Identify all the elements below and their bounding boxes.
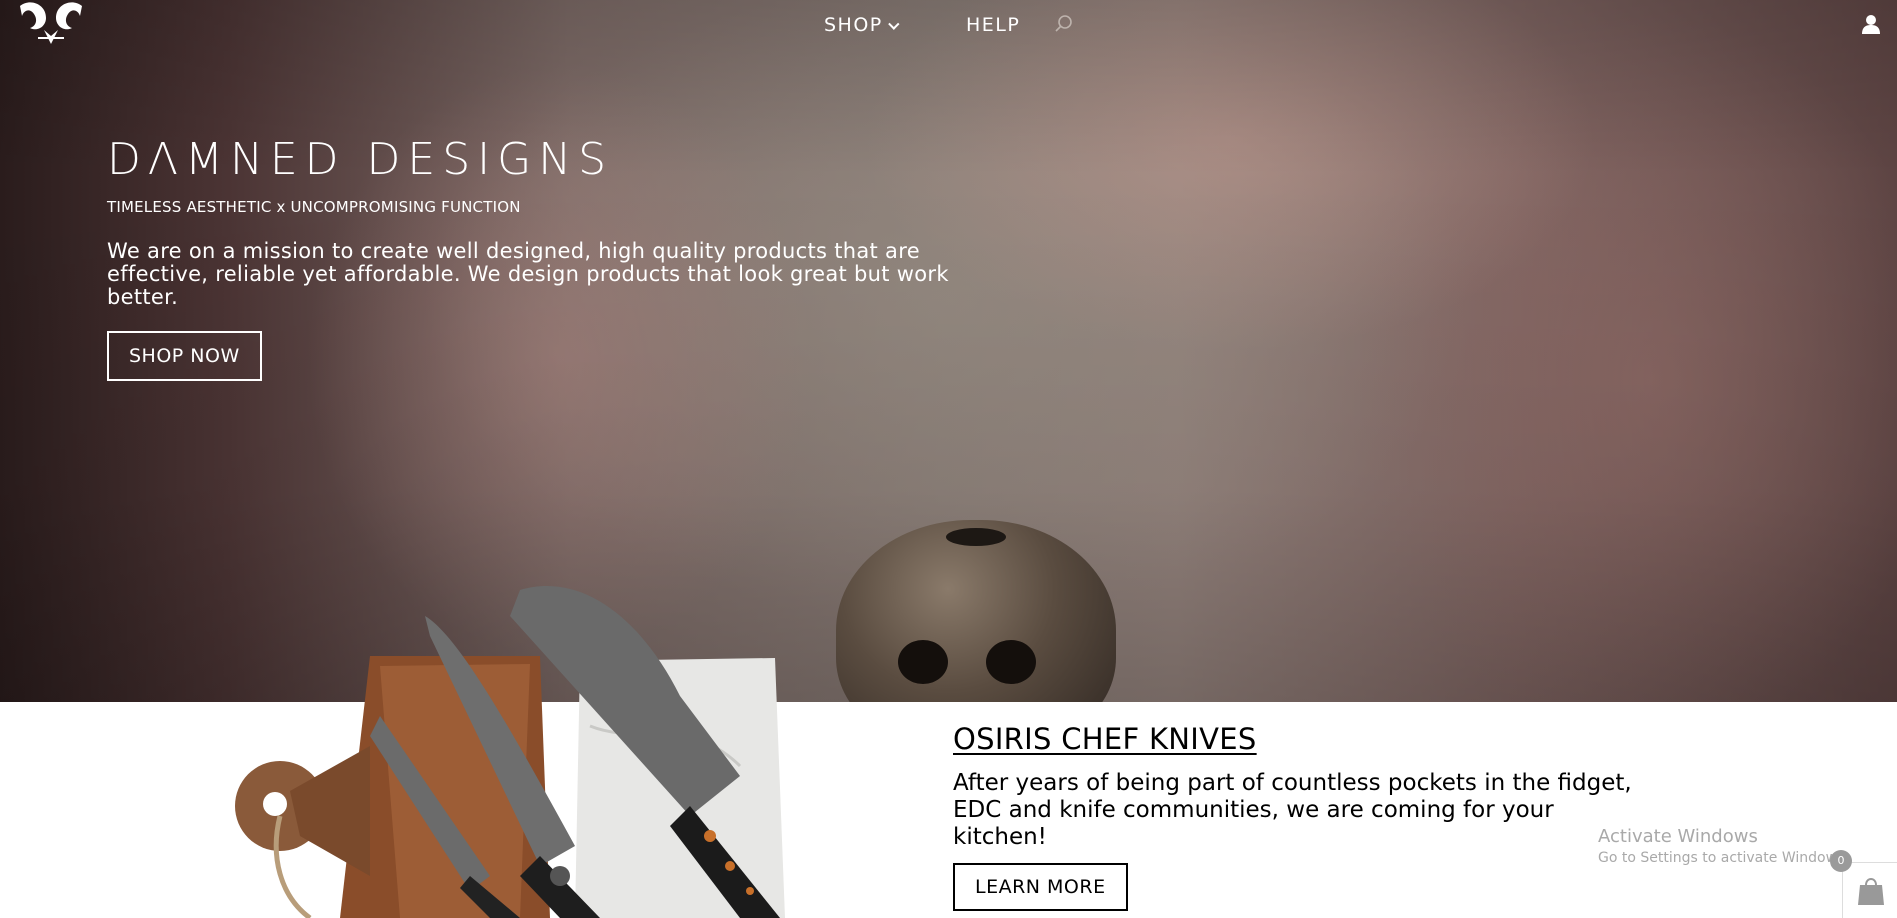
- nav-shop-label: SHOP: [824, 14, 883, 36]
- learn-more-button[interactable]: LEARN MORE: [953, 863, 1128, 911]
- mission-statement: We are on a mission to create well desig…: [107, 239, 949, 309]
- brand-title: DΛMNED DESIGNS: [107, 134, 614, 185]
- promo-section: OSIRIS CHEF KNIVES After years of being …: [953, 722, 1633, 911]
- nav-help[interactable]: HELP: [966, 14, 1020, 36]
- watermark-line2: Go to Settings to activate Windows.: [1598, 850, 1849, 866]
- chef-knives-image: [220, 576, 920, 918]
- promo-title-link[interactable]: OSIRIS CHEF KNIVES: [953, 722, 1633, 756]
- search-icon[interactable]: [1054, 14, 1074, 34]
- nav-shop[interactable]: SHOP: [824, 14, 900, 36]
- promo-description: After years of being part of countless p…: [953, 770, 1632, 850]
- top-nav: SHOP HELP: [0, 0, 1897, 48]
- shopping-bag-icon: [1858, 878, 1884, 905]
- hero-content: DΛMNED DESIGNS TIMELESS AESTHETIC x UNCO…: [107, 136, 987, 381]
- cart-button[interactable]: [1842, 862, 1897, 918]
- cart-count-badge: 0: [1830, 850, 1852, 872]
- shop-now-button[interactable]: SHOP NOW: [107, 331, 262, 381]
- ram-horns-logo-icon[interactable]: [16, 0, 86, 48]
- user-icon[interactable]: [1862, 14, 1880, 34]
- brand-tagline: TIMELESS AESTHETIC x UNCOMPROMISING FUNC…: [107, 198, 521, 216]
- windows-activation-watermark: Activate Windows Go to Settings to activ…: [1598, 826, 1849, 866]
- chevron-down-icon: [887, 18, 900, 30]
- watermark-line1: Activate Windows: [1598, 826, 1758, 847]
